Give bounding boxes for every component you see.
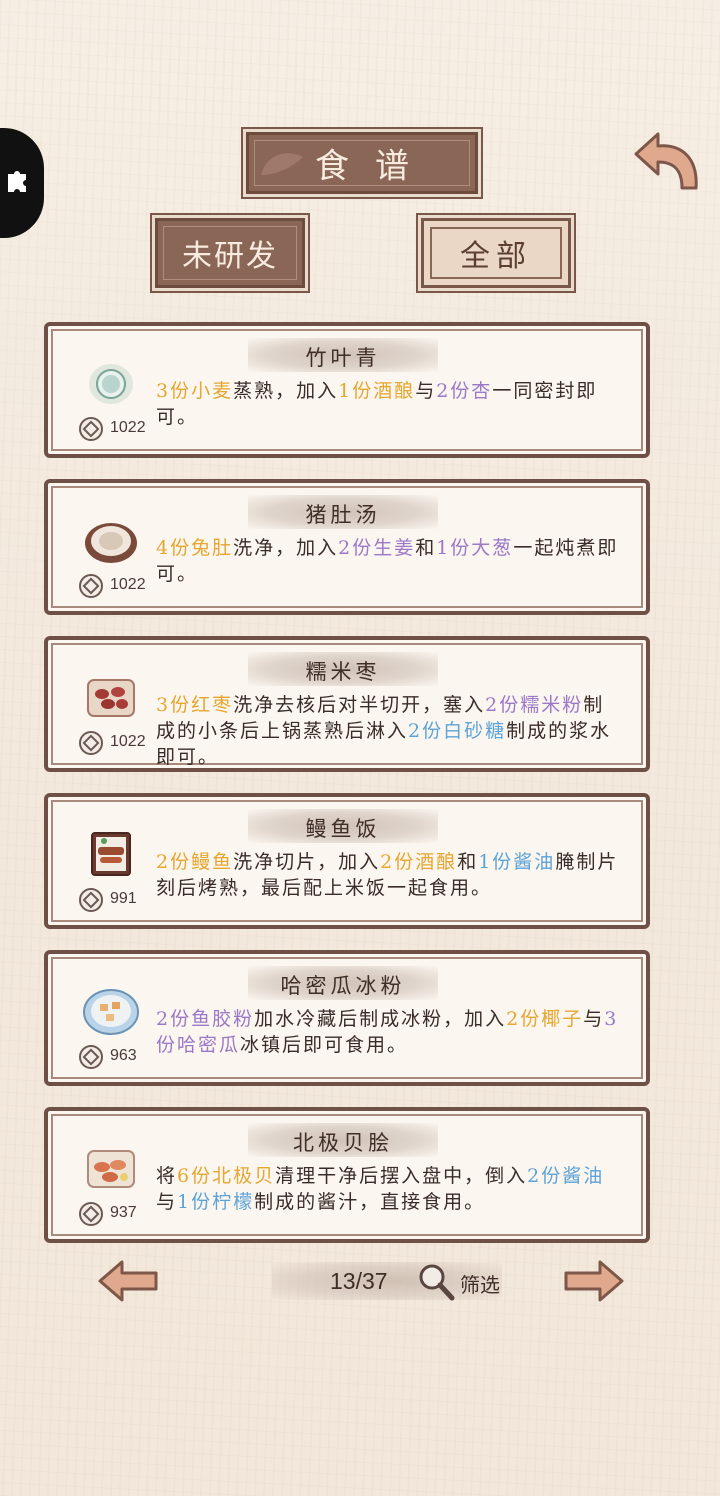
recipe-name: 猪肚汤 (305, 503, 381, 527)
recipe-description: 2份鱼胶粉加水冷藏后制成冰粉，加入2份椰子与3份哈密瓜冰镇后即可食用。 (156, 1006, 622, 1058)
recipe-card[interactable]: 糯米枣 1022 3份红枣洗净去核后对半切开，塞入2份糯米粉制成的小条后上锅蒸熟… (44, 636, 650, 772)
eel-rice-box-icon (91, 832, 131, 876)
ingredient-text: 1份酱油 (478, 851, 556, 873)
arctic-clam-plate-icon (87, 1150, 135, 1188)
recipe-price: 1022 (110, 733, 146, 750)
recipe-description: 3份小麦蒸熟，加入1份酒酿与2份杏一同密封即可。 (156, 378, 622, 430)
ingredient-text: 2份白砂糖 (408, 720, 507, 742)
description-text: 和 (415, 537, 437, 559)
coin-icon (79, 888, 103, 912)
description-text: 蒸熟，加入 (233, 380, 339, 402)
recipe-card[interactable]: 鳗鱼饭 991 2份鳗鱼洗净切片，加入2份酒酿和1份酱油腌制片刻后烤熟，最后配上… (44, 793, 650, 929)
description-text: 洗净去核后对半切开，塞入 (233, 694, 486, 716)
recipe-name: 哈密瓜冰粉 (280, 974, 406, 998)
recipe-description: 3份红枣洗净去核后对半切开，塞入2份糯米粉制成的小条后上锅蒸熟后淋入2份白砂糖制… (156, 692, 622, 770)
ingredient-text: 3份红枣 (156, 694, 234, 716)
description-text: 加水冷藏后制成冰粉，加入 (254, 1008, 507, 1030)
recipe-card[interactable]: 猪肚汤 1022 4份兔肚洗净，加入2份生姜和1份大葱一起炖煮即可。 (44, 479, 650, 615)
melon-jelly-bowl-icon (83, 989, 139, 1035)
recipe-price: 1022 (110, 419, 146, 436)
description-text: 冰镇后即可食用。 (240, 1034, 409, 1056)
coin-icon (79, 574, 103, 598)
ingredient-text: 2份糯米粉 (485, 694, 584, 716)
description-text: 洗净切片，加入 (233, 851, 381, 873)
back-arrow-icon[interactable] (630, 128, 702, 194)
coin-icon (79, 417, 103, 441)
description-text: 与 (583, 1008, 605, 1030)
green-tea-cup-icon (89, 364, 133, 404)
recipe-name: 鳗鱼饭 (305, 817, 381, 841)
recipe-name: 糯米枣 (305, 660, 381, 684)
description-text: 和 (457, 851, 479, 873)
puzzle-icon (8, 171, 26, 192)
description-text: 清理干净后摆入盘中，倒入 (275, 1165, 528, 1187)
ingredient-text: 3份小麦 (156, 380, 234, 402)
page-indicator: 13/37 (330, 1268, 388, 1294)
ingredient-text: 2份酒酿 (380, 851, 458, 873)
recipe-price: 937 (110, 1204, 137, 1221)
ingredient-text: 2份鳗鱼 (156, 851, 234, 873)
all-filter-label: 全部 (460, 239, 532, 274)
recipe-price: 1022 (110, 576, 146, 593)
recipe-name: 北极贝脍 (293, 1131, 393, 1155)
side-floating-tab[interactable] (0, 128, 44, 238)
ingredient-text: 2份杏 (436, 380, 493, 402)
coin-icon (79, 1202, 103, 1226)
ingredient-text: 2份酱油 (527, 1165, 605, 1187)
all-filter-button[interactable]: 全部 (421, 218, 571, 288)
ingredient-text: 2份鱼胶粉 (156, 1008, 255, 1030)
recipe-card[interactable]: 北极贝脍 937 将6份北极贝清理干净后摆入盘中，倒入2份酱油与1份柠檬制成的酱… (44, 1107, 650, 1243)
filter-button-label[interactable]: 筛选 (460, 1269, 500, 1298)
ingredient-text: 1份酒酿 (338, 380, 416, 402)
description-text: 制成的酱汁，直接食用。 (254, 1191, 486, 1213)
description-text: 与 (415, 380, 437, 402)
coin-icon (79, 1045, 103, 1069)
recipe-description: 2份鳗鱼洗净切片，加入2份酒酿和1份酱油腌制片刻后烤熟，最后配上米饭一起食用。 (156, 849, 622, 901)
recipe-description: 将6份北极贝清理干净后摆入盘中，倒入2份酱油与1份柠檬制成的酱汁，直接食用。 (156, 1163, 622, 1215)
magnifier-icon[interactable] (416, 1262, 456, 1302)
recipe-description: 4份兔肚洗净，加入2份生姜和1份大葱一起炖煮即可。 (156, 535, 622, 587)
red-date-plate-icon (87, 679, 135, 717)
undeveloped-filter-button[interactable]: 未研发 (155, 218, 305, 288)
recipe-name: 竹叶青 (305, 346, 381, 370)
page-title-plate: 食谱 (246, 132, 478, 194)
prev-page-arrow-icon[interactable] (96, 1258, 160, 1304)
ingredient-text: 2份生姜 (338, 537, 416, 559)
next-page-arrow-icon[interactable] (562, 1258, 626, 1304)
ingredient-text: 4份兔肚 (156, 537, 234, 559)
description-text: 将 (156, 1165, 178, 1187)
ingredient-text: 6份北极贝 (177, 1165, 276, 1187)
ingredient-text: 1份柠檬 (177, 1191, 255, 1213)
undeveloped-filter-label: 未研发 (182, 239, 278, 274)
ingredient-text: 1份大葱 (436, 537, 514, 559)
description-text: 与 (156, 1191, 178, 1213)
coin-icon (79, 731, 103, 755)
ingredient-text: 2份椰子 (506, 1008, 584, 1030)
recipe-price: 963 (110, 1047, 137, 1064)
recipe-card[interactable]: 竹叶青 1022 3份小麦蒸熟，加入1份酒酿与2份杏一同密封即可。 (44, 322, 650, 458)
page-title: 食谱 (315, 146, 435, 187)
description-text: 洗净，加入 (233, 537, 339, 559)
recipe-card[interactable]: 哈密瓜冰粉 963 2份鱼胶粉加水冷藏后制成冰粉，加入2份椰子与3份哈密瓜冰镇后… (44, 950, 650, 1086)
soup-pot-icon (85, 523, 137, 563)
recipe-price: 991 (110, 890, 137, 907)
